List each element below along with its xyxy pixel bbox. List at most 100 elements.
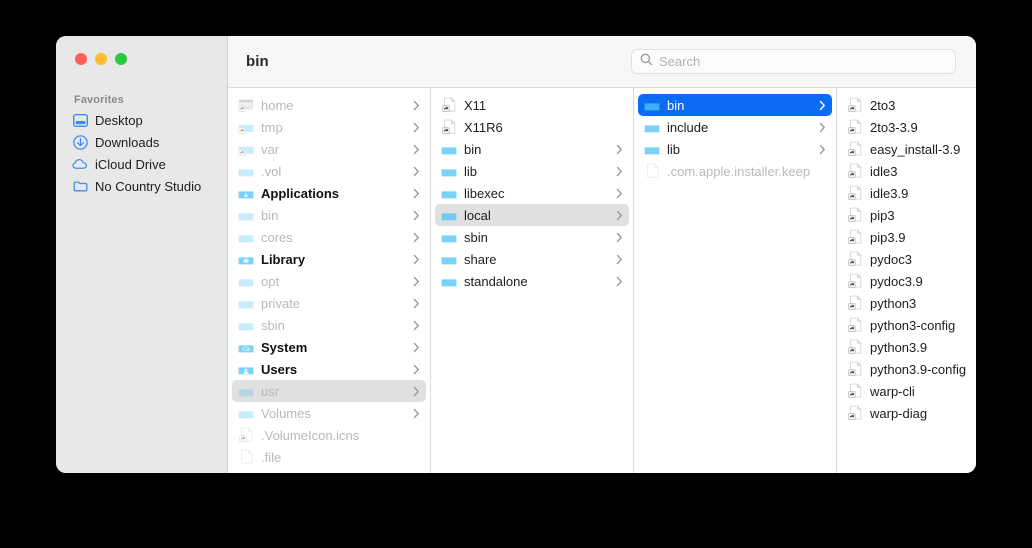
folder-icon: [644, 119, 660, 135]
column-row[interactable]: .com.apple.installer.keep: [638, 160, 832, 182]
file-name: bin: [667, 97, 685, 113]
column-row[interactable]: warp-diag: [841, 402, 976, 424]
system-folder-icon: [238, 339, 254, 355]
column-row[interactable]: cores: [232, 226, 426, 248]
file-name: warp-cli: [870, 383, 915, 399]
chevron-right-icon: [412, 275, 421, 287]
chevron-right-icon: [412, 165, 421, 177]
column-row[interactable]: pip3.9: [841, 226, 976, 248]
folder-icon: [238, 273, 254, 289]
column-row[interactable]: python3.9-config: [841, 358, 976, 380]
chevron-right-icon: [412, 385, 421, 397]
column-row[interactable]: home: [232, 94, 426, 116]
column-row[interactable]: Users: [232, 358, 426, 380]
file-name: var: [261, 141, 280, 157]
column-row[interactable]: include: [638, 116, 832, 138]
column-row[interactable]: Volumes: [232, 402, 426, 424]
column-row[interactable]: System: [232, 336, 426, 358]
chevron-right-icon: [412, 209, 421, 221]
column-row[interactable]: pydoc3.9: [841, 270, 976, 292]
column-row[interactable]: 2to3-3.9: [841, 116, 976, 138]
column-row[interactable]: pydoc3: [841, 248, 976, 270]
chevron-right-icon: [412, 297, 421, 309]
file-alias-icon: [847, 339, 863, 355]
column-row[interactable]: python3-config: [841, 314, 976, 336]
column-row[interactable]: lib: [435, 160, 629, 182]
toolbar: bin Search: [228, 36, 976, 88]
sidebar-item-icloud-drive[interactable]: iCloud Drive: [56, 153, 219, 175]
chevron-right-icon: [412, 253, 421, 265]
file-name: sbin: [261, 317, 285, 333]
column-row[interactable]: warp-cli: [841, 380, 976, 402]
chevron-right-icon: [412, 341, 421, 353]
minimize-button[interactable]: [95, 53, 107, 65]
chevron-right-icon: [615, 231, 624, 243]
column-row[interactable]: .VolumeIcon.icns: [232, 424, 426, 446]
column-row[interactable]: Library: [232, 248, 426, 270]
file-name: standalone: [464, 273, 528, 289]
column-row[interactable]: private: [232, 292, 426, 314]
page-title: bin: [246, 53, 269, 70]
column-row[interactable]: Applications: [232, 182, 426, 204]
column-row[interactable]: python3.9: [841, 336, 976, 358]
search-input[interactable]: Search: [631, 49, 956, 74]
column-row[interactable]: bin: [435, 138, 629, 160]
column-row[interactable]: idle3: [841, 160, 976, 182]
column-row[interactable]: .vol: [232, 160, 426, 182]
chevron-right-icon: [615, 275, 624, 287]
column-row[interactable]: sbin: [435, 226, 629, 248]
column-row[interactable]: bin: [638, 94, 832, 116]
file-alias-icon: [847, 185, 863, 201]
column-row[interactable]: libexec: [435, 182, 629, 204]
column-row[interactable]: X11: [435, 94, 629, 116]
downloads-icon: [72, 134, 88, 150]
column-row[interactable]: standalone: [435, 270, 629, 292]
file-name: easy_install-3.9: [870, 141, 961, 157]
chevron-right-icon: [818, 99, 827, 111]
file-name: include: [667, 119, 709, 135]
column-row[interactable]: lib: [638, 138, 832, 160]
sidebar-item-desktop[interactable]: Desktop: [56, 109, 219, 131]
maximize-button[interactable]: [115, 53, 127, 65]
column-row[interactable]: tmp: [232, 116, 426, 138]
column-row[interactable]: easy_install-3.9: [841, 138, 976, 160]
sidebar-item-downloads[interactable]: Downloads: [56, 131, 219, 153]
column-row[interactable]: python3: [841, 292, 976, 314]
column-browser: home tmp var .vol Applications bin cores Librar…: [228, 88, 976, 473]
file-name: 2to3: [870, 97, 896, 113]
finder-window: Favorites Desktop Downloads iCloud Drive…: [56, 36, 976, 473]
chevron-right-icon: [615, 253, 624, 265]
column-row[interactable]: X11R6: [435, 116, 629, 138]
column-row[interactable]: .file: [232, 446, 426, 468]
file-name: sbin: [464, 229, 488, 245]
chevron-right-icon: [412, 143, 421, 155]
column-row[interactable]: share: [435, 248, 629, 270]
column-row[interactable]: idle3.9: [841, 182, 976, 204]
file-name: libexec: [464, 185, 505, 201]
column-row[interactable]: local: [435, 204, 629, 226]
file-name: private: [261, 295, 301, 311]
file-icon: [238, 449, 254, 465]
file-name: .com.apple.installer.keep: [667, 163, 811, 179]
column-row[interactable]: opt: [232, 270, 426, 292]
file-name: usr: [261, 383, 280, 399]
file-alias-icon: [847, 119, 863, 135]
column-row[interactable]: 2to3: [841, 94, 976, 116]
column-row[interactable]: sbin: [232, 314, 426, 336]
file-alias-icon: [847, 207, 863, 223]
folder-icon: [238, 383, 254, 399]
sidebar-item-no-country-studio[interactable]: No Country Studio: [56, 175, 219, 197]
column-usr: X11 X11R6 bin lib libexec local sbin share stand…: [431, 88, 634, 473]
file-alias-icon: [847, 251, 863, 267]
close-button[interactable]: [75, 53, 87, 65]
file-name: python3.9-config: [870, 361, 967, 377]
file-name: pip3.9: [870, 229, 906, 245]
folder-icon: [644, 141, 660, 157]
file-name: Applications: [261, 185, 340, 201]
column-row[interactable]: usr: [232, 380, 426, 402]
column-row[interactable]: bin: [232, 204, 426, 226]
column-row[interactable]: pip3: [841, 204, 976, 226]
chevron-right-icon: [818, 143, 827, 155]
file-alias-icon: [847, 163, 863, 179]
column-row[interactable]: var: [232, 138, 426, 160]
